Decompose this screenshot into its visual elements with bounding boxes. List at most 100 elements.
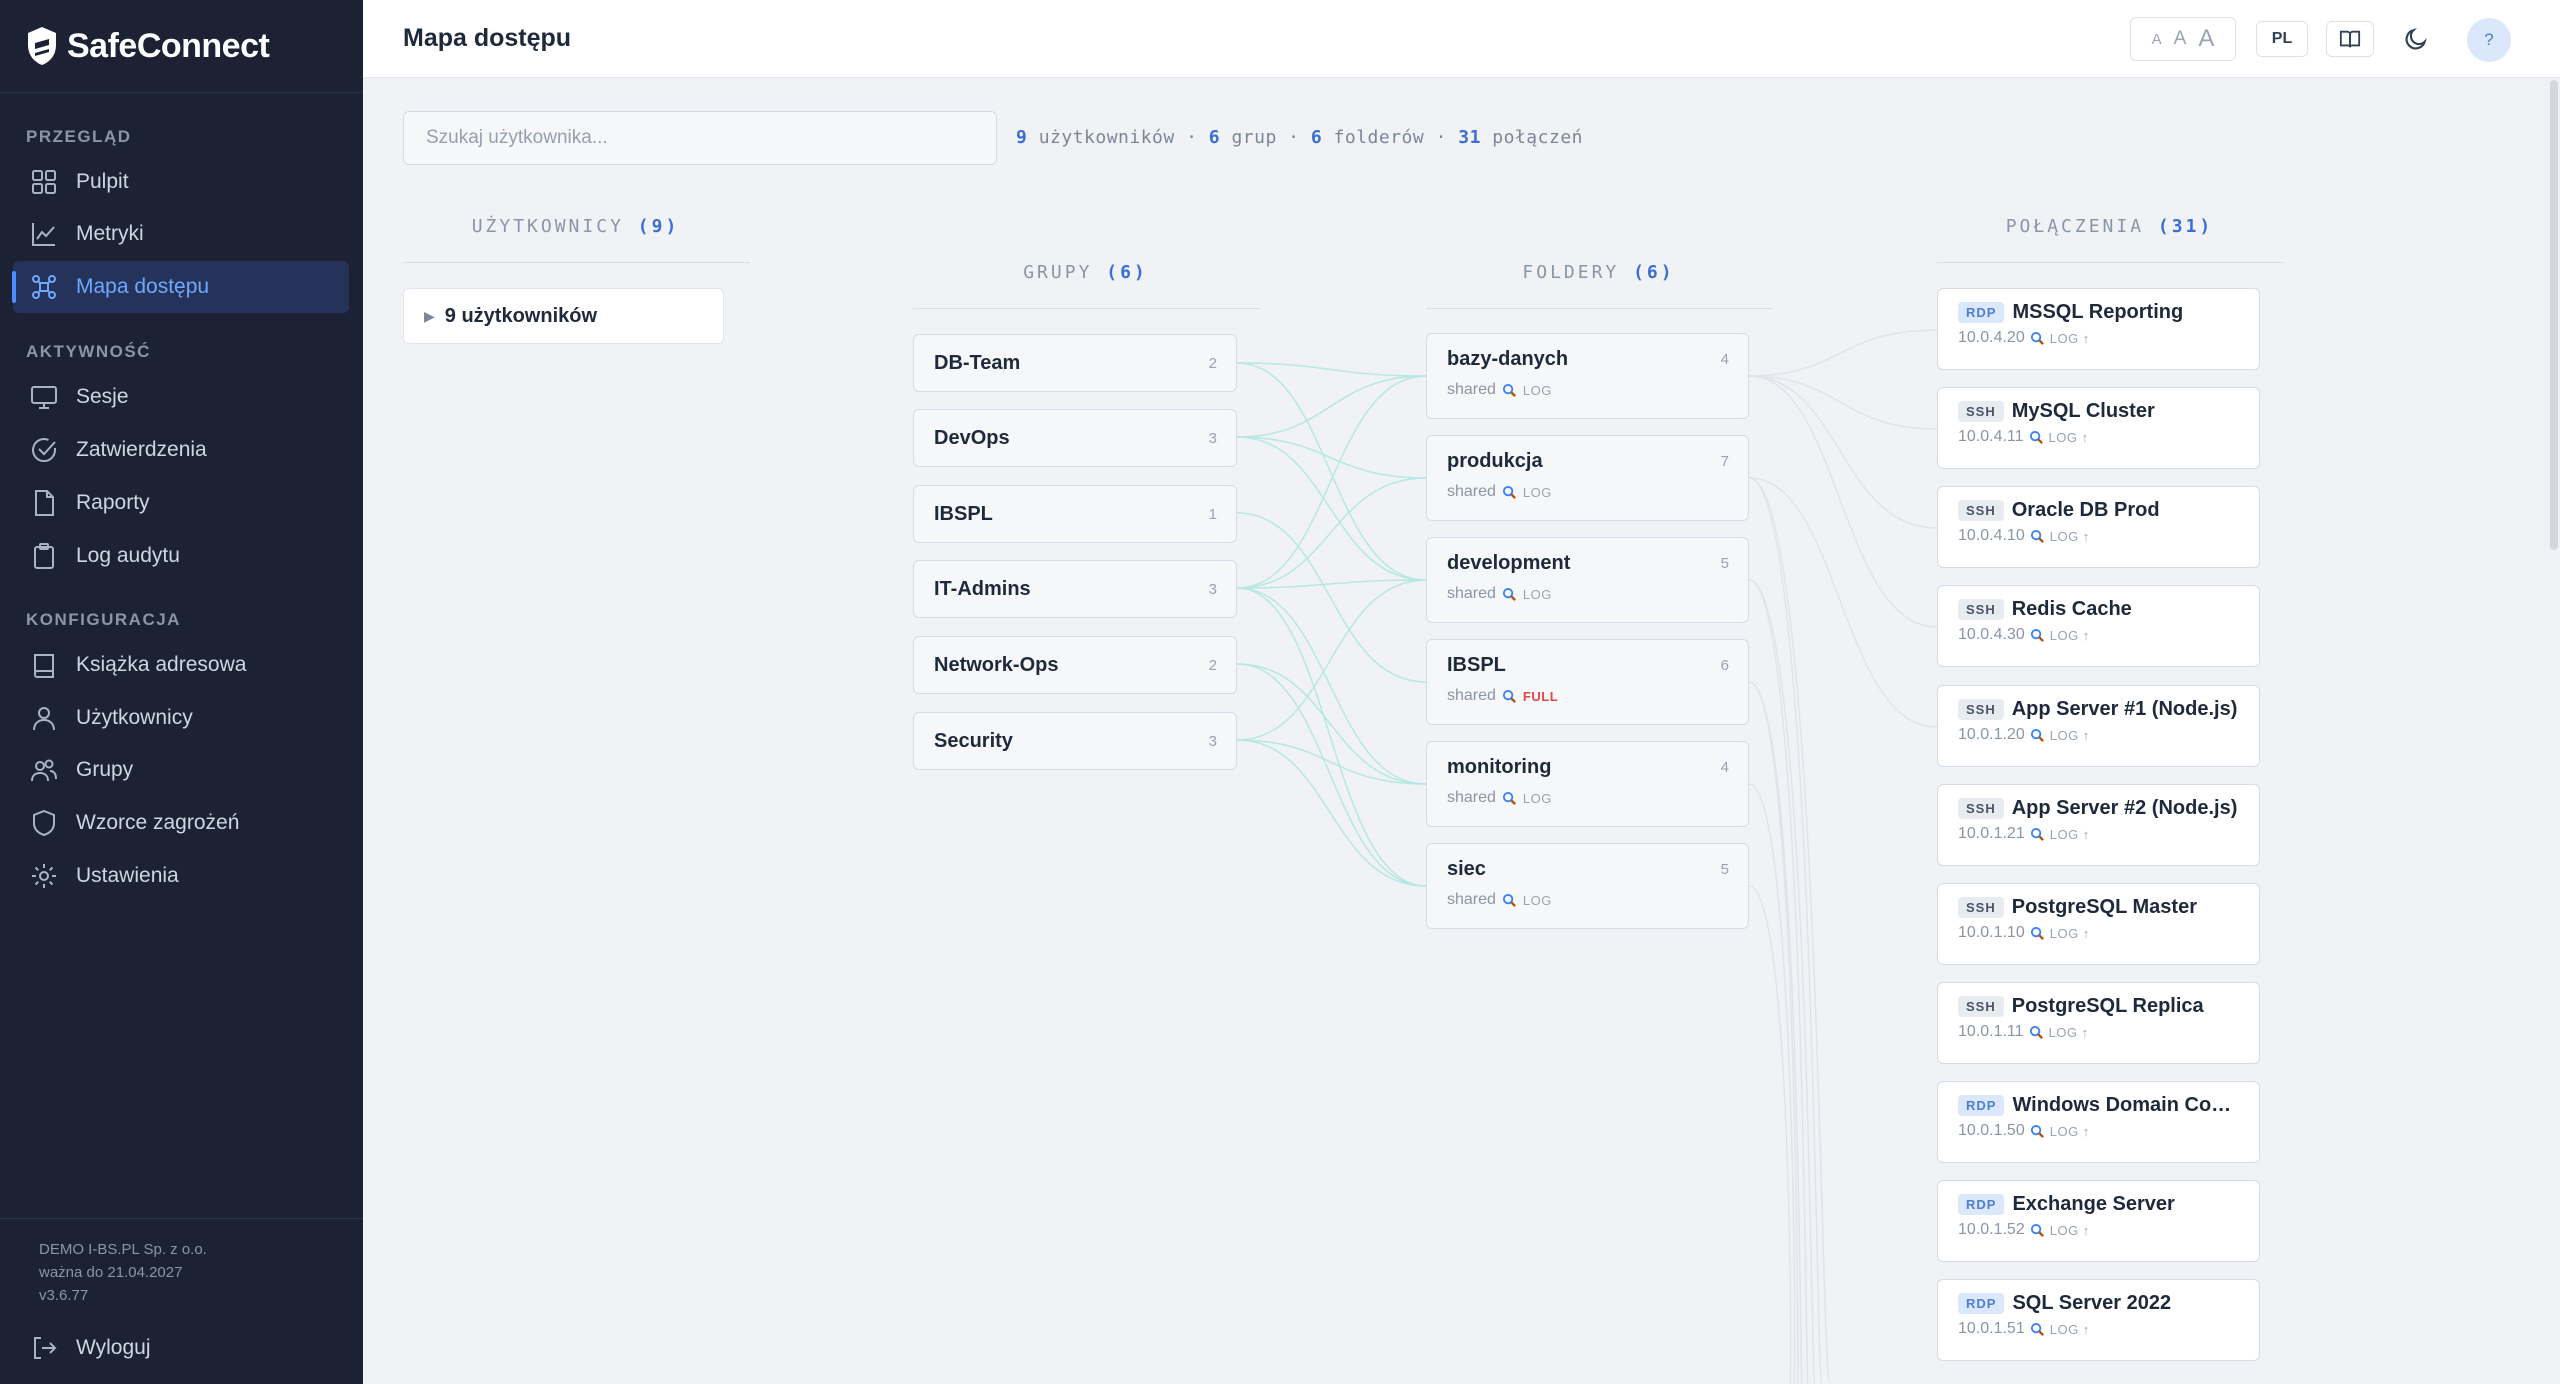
moon-icon [2405,28,2427,50]
column-header-folders: FOLDERY (6) [1426,262,1771,283]
access-map-icon [32,275,56,299]
connection-card[interactable]: SSH Redis Cache 10.0.4.30 LOG ↑ [1937,585,2260,667]
magnifier-icon [1502,383,1516,397]
license-info: DEMO I-BS.PL Sp. z o.o. ważna do 21.04.2… [39,1238,207,1307]
access-level-badge: LOG ↑ [2049,330,2090,346]
brand-logo[interactable]: SafeConnect [25,22,270,70]
group-card[interactable]: Security 3 [913,712,1237,770]
column-header-users: UŻYTKOWNICY (9) [403,216,748,237]
group-card[interactable]: DB-Team 2 [913,334,1237,392]
search-user-input[interactable] [403,111,997,165]
connection-ip: 10.0.4.10 [1958,527,2025,544]
folder-card[interactable]: siec 5 shared LOG [1426,843,1749,929]
sidebar-item-sesje[interactable]: Sesje [13,371,349,423]
group-card[interactable]: IT-Admins 3 [913,560,1237,618]
connection-card[interactable]: RDP Exchange Server 10.0.1.52 LOG ↑ [1937,1180,2260,1262]
font-size-medium-button[interactable]: A [2174,28,2187,50]
sidebar-item-ksiazka-adresowa[interactable]: Książka adresowa [13,639,349,691]
protocol-badge: RDP [1958,1194,2005,1215]
connection-ip: 10.0.4.11 [1958,428,2024,445]
theme-toggle-button[interactable] [2403,26,2429,52]
sidebar-item-ustawienia[interactable]: Ustawienia [13,850,349,902]
folder-meta: shared LOG [1447,789,1729,807]
connection-card[interactable]: RDP MSSQL Reporting 10.0.4.20 LOG ↑ [1937,288,2260,370]
brand-name: SafeConnect [67,26,270,65]
sidebar-item-label: Pulpit [76,170,129,193]
docs-button[interactable] [2326,21,2374,57]
sidebar-item-wzorce-zagrozen[interactable]: Wzorce zagrożeń [13,797,349,849]
scrollbar-thumb[interactable] [2550,80,2558,550]
stats-separator: · [1435,127,1447,148]
folder-scope: shared [1447,381,1496,398]
access-level-badge: LOG ↑ [2049,925,2090,941]
shield-icon [33,809,55,837]
sidebar-item-pulpit[interactable]: Pulpit [13,156,349,208]
logout-button[interactable]: Wyloguj [13,1322,349,1374]
folder-card[interactable]: IBSPL 6 shared FULL [1426,639,1749,725]
connection-ip: 10.0.4.30 [1958,626,2025,643]
sidebar-item-grupy[interactable]: Grupy [13,744,349,796]
sidebar-divider [0,92,363,93]
folder-card[interactable]: development 5 shared LOG [1426,537,1749,623]
connection-ip: 10.0.1.51 [1958,1320,2025,1337]
magnifier-icon [1502,791,1516,805]
folder-meta: shared LOG [1447,585,1729,603]
folder-name: monitoring [1447,756,1552,778]
sidebar-item-zatwierdzenia[interactable]: Zatwierdzenia [13,424,349,476]
sidebar-divider [0,1218,363,1219]
connection-ip: 10.0.1.50 [1958,1122,2025,1139]
expand-triangle-icon: ▶ [424,307,435,324]
sidebar-item-mapa-dostepu[interactable]: Mapa dostępu [12,261,349,313]
magnifier-icon [2030,827,2044,841]
folder-scope: shared [1447,585,1496,602]
connection-card[interactable]: SSH PostgreSQL Replica 10.0.1.11 LOG ↑ [1937,982,2260,1064]
folder-count: 4 [1720,759,1729,776]
column-divider [403,262,750,263]
sidebar-item-raporty[interactable]: Raporty [13,477,349,529]
group-card[interactable]: Network-Ops 2 [913,636,1237,694]
group-card[interactable]: DevOps 3 [913,409,1237,467]
folder-scope: shared [1447,789,1496,806]
font-size-large-button[interactable]: A [2198,25,2214,53]
connection-card[interactable]: SSH App Server #2 (Node.js) 10.0.1.21 LOG … [1937,784,2260,866]
column-header-count: (6) [1633,262,1675,283]
connections-count-label: połączeń [1492,127,1583,148]
sidebar-item-uzytkownicy[interactable]: Użytkownicy [13,692,349,744]
access-level-badge: LOG ↑ [2048,429,2089,445]
sidebar-item-label: Ustawienia [76,864,179,887]
connection-name: Exchange Server [2012,1193,2175,1215]
connection-card[interactable]: RDP SQL Server 2022 10.0.1.51 LOG ↑ [1937,1279,2260,1361]
magnifier-icon [2030,728,2044,742]
connection-card[interactable]: SSH App Server #1 (Node.js) 10.0.1.20 LOG … [1937,685,2260,767]
sidebar-item-log-audytu[interactable]: Log audytu [13,530,349,582]
access-level-badge: FULL [1522,688,1559,704]
folder-card[interactable]: produkcja 7 shared LOG [1426,435,1749,521]
users-expand-toggle[interactable]: ▶ 9 użytkowników [403,288,724,344]
font-size-small-button[interactable]: A [2152,31,2162,48]
folder-meta: shared LOG [1447,891,1729,909]
help-button[interactable]: ? [2467,18,2511,62]
groups-count: 6 [1208,127,1221,148]
access-level-badge: LOG ↑ [2049,528,2090,544]
group-name: DevOps [934,426,1010,449]
sidebar-item-metryki[interactable]: Metryki [13,208,349,260]
connection-card[interactable]: SSH MySQL Cluster 10.0.4.11 LOG ↑ [1937,387,2260,469]
connection-ip: 10.0.1.11 [1958,1023,2024,1040]
connection-card[interactable]: SSH Oracle DB Prod 10.0.4.10 LOG ↑ [1937,486,2260,568]
folder-card[interactable]: monitoring 4 shared LOG [1426,741,1749,827]
connection-card[interactable]: RDP Windows Domain Controller 10.0.1.50 LO… [1937,1081,2260,1163]
language-button[interactable]: PL [2256,21,2308,57]
groups-count-label: grup [1231,127,1277,148]
connection-name: PostgreSQL Replica [2011,995,2204,1017]
protocol-badge: SSH [1958,699,2004,720]
gear-icon [32,864,56,888]
group-card[interactable]: IBSPL 1 [913,485,1237,543]
folder-card[interactable]: bazy-danych 4 shared LOG [1426,333,1749,419]
access-level-badge: LOG [1522,382,1552,398]
sidebar-item-label: Log audytu [76,544,180,567]
column-divider [1426,308,1773,309]
connection-ip: 10.0.1.52 [1958,1221,2025,1238]
column-header-count: (31) [2157,216,2214,237]
connection-ip: 10.0.1.10 [1958,924,2025,941]
connection-card[interactable]: SSH PostgreSQL Master 10.0.1.10 LOG ↑ [1937,883,2260,965]
